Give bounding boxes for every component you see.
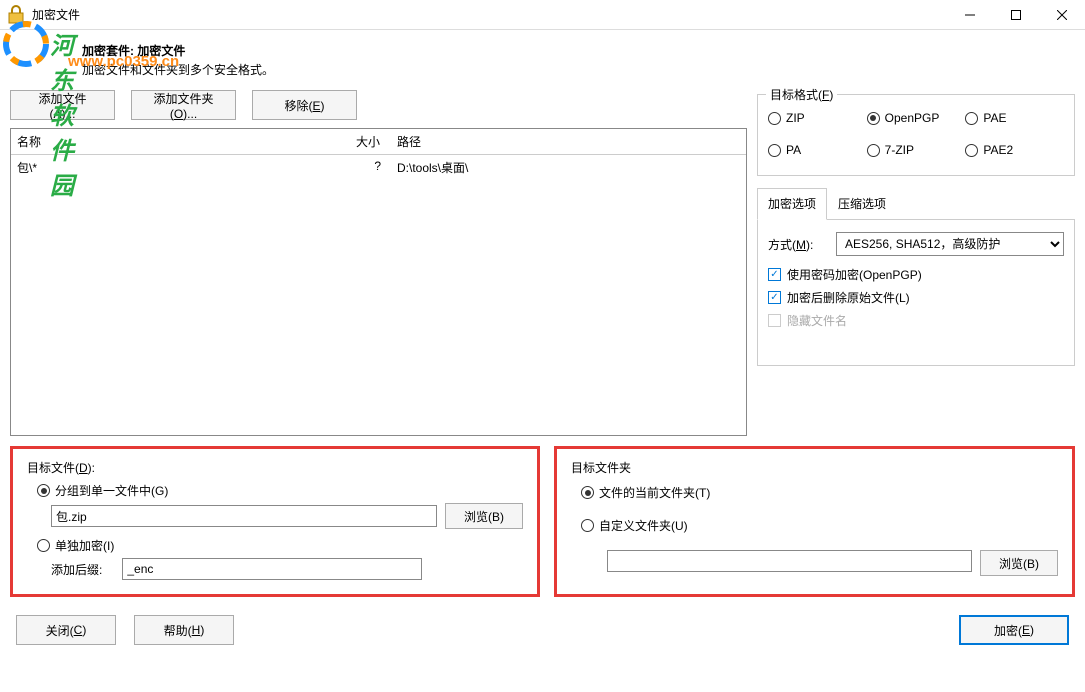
minimize-button[interactable] xyxy=(947,0,993,30)
cell-size: ? xyxy=(321,157,391,178)
radio-custom-folder[interactable]: 自定义文件夹(U) xyxy=(581,517,1058,534)
cell-path: D:\tools\桌面\ xyxy=(391,157,746,178)
target-folder-title: 目标文件夹 xyxy=(571,459,1058,476)
window-controls xyxy=(947,0,1085,30)
radio-icon xyxy=(867,144,880,157)
radio-current-folder[interactable]: 文件的当前文件夹(T) xyxy=(581,484,1058,501)
method-select[interactable]: AES256, SHA512，高级防护 xyxy=(836,232,1064,256)
chk-delete[interactable]: 加密后删除原始文件(L) xyxy=(768,289,1064,306)
cell-name: 包\* xyxy=(11,157,321,178)
radio-icon xyxy=(581,486,594,499)
radio-icon xyxy=(581,519,594,532)
header: 加密套件: 加密文件 加密文件和文件夹到多个安全格式。 xyxy=(0,30,1085,90)
radio-icon xyxy=(965,112,978,125)
col-path[interactable]: 路径 xyxy=(391,129,746,154)
app-icon xyxy=(6,5,26,25)
radio-icon xyxy=(965,144,978,157)
format-openpgp[interactable]: OpenPGP xyxy=(867,111,966,125)
add-folder-button[interactable]: 添加文件夹(O)... xyxy=(131,90,236,120)
window-title: 加密文件 xyxy=(32,6,80,23)
close-dialog-button[interactable]: 关闭(C) xyxy=(16,615,116,645)
checkbox-icon xyxy=(768,268,781,281)
close-button[interactable] xyxy=(1039,0,1085,30)
file-list: 名称 大小 路径 包\* ? D:\tools\桌面\ xyxy=(10,128,747,436)
format-fieldset: 目标格式(F) ZIP OpenPGP PAE PA 7-ZIP PAE2 xyxy=(757,94,1075,176)
radio-icon xyxy=(768,112,781,125)
format-pa[interactable]: PA xyxy=(768,143,867,157)
browse-folder-button[interactable]: 浏览(B) xyxy=(980,550,1058,576)
header-subtitle: 加密文件和文件夹到多个安全格式。 xyxy=(82,61,1085,80)
folder-path-input[interactable] xyxy=(607,550,972,572)
format-title: 目标格式(F) xyxy=(766,86,837,103)
target-file-title: 目标文件(D): xyxy=(27,459,523,476)
suffix-input[interactable] xyxy=(122,558,422,580)
target-file-panel: 目标文件(D): 分组到单一文件中(G) 浏览(B) 单独加密(I) 添加后缀: xyxy=(10,446,540,597)
radio-encrypt-single[interactable]: 单独加密(I) xyxy=(37,537,523,554)
target-folder-panel: 目标文件夹 文件的当前文件夹(T) 自定义文件夹(U) 浏览(B) xyxy=(554,446,1075,597)
browse-file-button[interactable]: 浏览(B) xyxy=(445,503,523,529)
remove-button[interactable]: 移除(E) xyxy=(252,90,357,120)
maximize-button[interactable] xyxy=(993,0,1039,30)
format-zip[interactable]: ZIP xyxy=(768,111,867,125)
list-row[interactable]: 包\* ? D:\tools\桌面\ xyxy=(11,155,746,180)
radio-icon xyxy=(867,112,880,125)
chk-hide: 隐藏文件名 xyxy=(768,312,1064,329)
tab-encrypt[interactable]: 加密选项 xyxy=(757,188,827,220)
col-size[interactable]: 大小 xyxy=(321,129,391,154)
radio-group-single[interactable]: 分组到单一文件中(G) xyxy=(37,482,523,499)
format-7zip[interactable]: 7-ZIP xyxy=(867,143,966,157)
format-pae[interactable]: PAE xyxy=(965,111,1064,125)
list-body: 包\* ? D:\tools\桌面\ xyxy=(11,155,746,435)
checkbox-icon xyxy=(768,291,781,304)
encrypt-button[interactable]: 加密(E) xyxy=(959,615,1069,645)
radio-icon xyxy=(37,484,50,497)
help-button[interactable]: 帮助(H) xyxy=(134,615,234,645)
radio-icon xyxy=(768,144,781,157)
title-bar: 加密文件 xyxy=(0,0,1085,30)
chk-password[interactable]: 使用密码加密(OpenPGP) xyxy=(768,266,1064,283)
suffix-label: 添加后缀: xyxy=(51,561,102,578)
add-file-button[interactable]: 添加文件(A)... xyxy=(10,90,115,120)
filename-input[interactable] xyxy=(51,505,437,527)
header-title: 加密套件: 加密文件 xyxy=(82,42,1085,61)
footer: 关闭(C) 帮助(H) 加密(E) xyxy=(0,607,1085,653)
format-pae2[interactable]: PAE2 xyxy=(965,143,1064,157)
tab-compress[interactable]: 压缩选项 xyxy=(827,188,897,219)
col-name[interactable]: 名称 xyxy=(11,129,321,154)
list-header: 名称 大小 路径 xyxy=(11,129,746,155)
toolbar: 添加文件(A)... 添加文件夹(O)... 移除(E) xyxy=(10,90,747,120)
checkbox-icon xyxy=(768,314,781,327)
method-label: 方式(M): xyxy=(768,236,828,253)
tabs: 加密选项 压缩选项 xyxy=(757,188,1075,220)
radio-icon xyxy=(37,539,50,552)
tab-content: 方式(M): AES256, SHA512，高级防护 使用密码加密(OpenPG… xyxy=(757,220,1075,366)
